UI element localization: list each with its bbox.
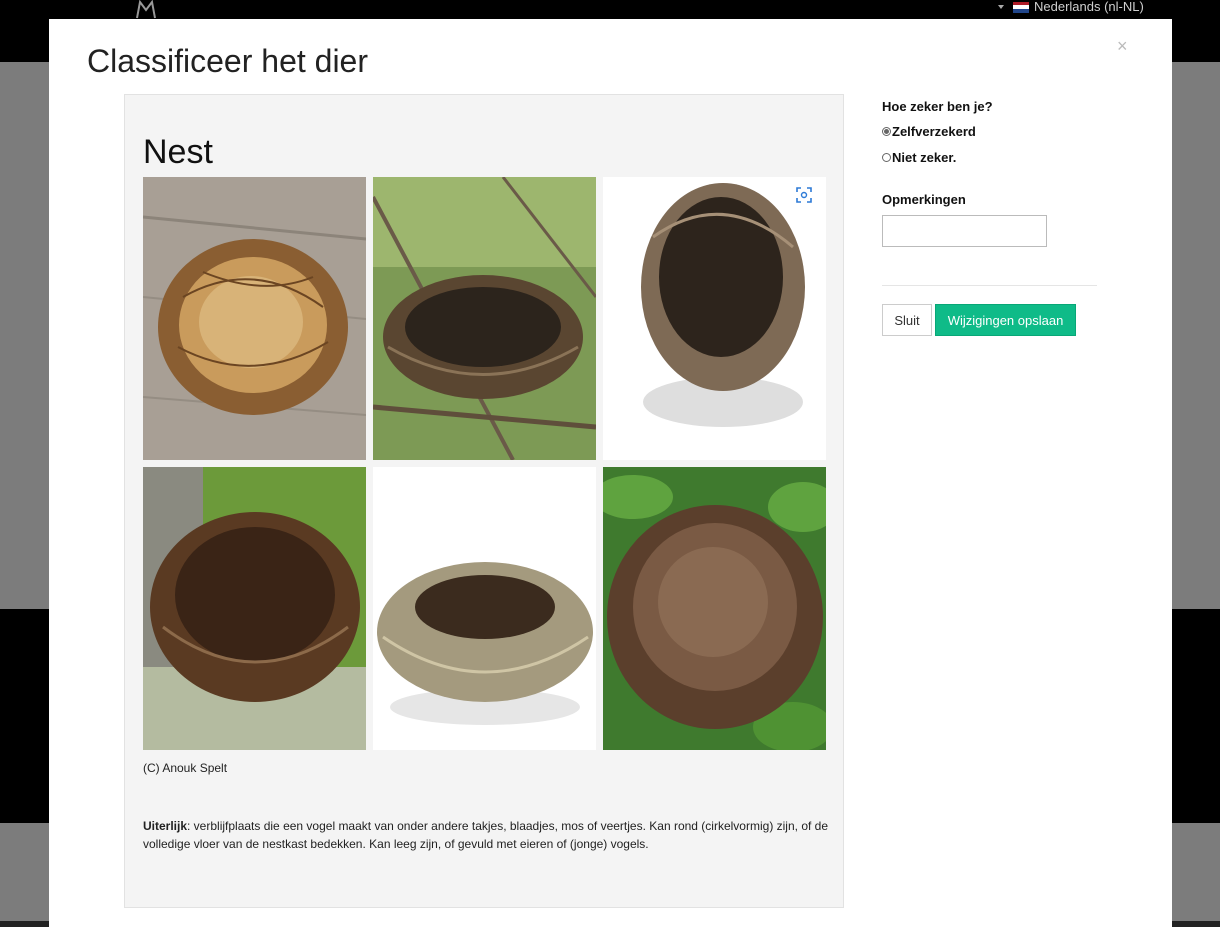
save-button[interactable]: Wijzigingen opslaan xyxy=(935,304,1076,336)
option-unsure[interactable]: Niet zeker. xyxy=(882,148,1097,166)
nest-photo-1 xyxy=(143,177,366,460)
radio-confident[interactable] xyxy=(882,126,891,136)
option-confident-label: Zelfverzekerd xyxy=(892,123,976,139)
flag-nl-icon xyxy=(1013,1,1029,13)
description-term: Uiterlijk xyxy=(143,819,188,833)
nest-photo-3 xyxy=(603,177,826,460)
option-unsure-label: Niet zeker. xyxy=(892,149,957,165)
nest-photo-4 xyxy=(143,467,366,750)
radio-unsure[interactable] xyxy=(882,152,891,162)
species-name: Nest xyxy=(143,133,213,171)
language-selector[interactable]: Nederlands (nl-NL) xyxy=(998,0,1144,14)
caret-down-icon xyxy=(998,5,1004,9)
form-divider xyxy=(882,285,1097,286)
species-description: Uiterlijk: verblijfplaats die een vogel … xyxy=(143,817,833,853)
species-card: Nest (C) Anouk Spelt Uiterlijk: verblijf… xyxy=(124,94,844,908)
classification-form: Hoe zeker ben je? Zelfverzekerd Niet zek… xyxy=(882,99,1097,336)
image-grid[interactable] xyxy=(143,177,826,750)
close-icon[interactable]: × xyxy=(1117,37,1128,55)
logo-icon xyxy=(136,0,156,19)
nest-photo-5 xyxy=(373,467,596,750)
form-buttons: Sluit Wijzigingen opslaan xyxy=(882,304,1097,336)
language-label: Nederlands (nl-NL) xyxy=(1034,0,1144,14)
nest-photo-2 xyxy=(373,177,596,460)
remarks-label: Opmerkingen xyxy=(882,192,966,207)
description-text: : verblijfplaats die een vogel maakt van… xyxy=(143,819,829,851)
remarks-input[interactable] xyxy=(882,215,1047,247)
fullscreen-icon[interactable] xyxy=(793,184,815,206)
close-button[interactable]: Sluit xyxy=(882,304,932,336)
modal-title: Classificeer het dier xyxy=(87,43,368,79)
option-confident[interactable]: Zelfverzekerd xyxy=(882,122,1097,140)
classify-modal: Classificeer het dier × Nest (C) Anouk S… xyxy=(49,19,1172,927)
nest-photo-6 xyxy=(603,467,826,750)
photo-credit: (C) Anouk Spelt xyxy=(143,761,228,775)
certainty-question: Hoe zeker ben je? xyxy=(882,99,993,114)
